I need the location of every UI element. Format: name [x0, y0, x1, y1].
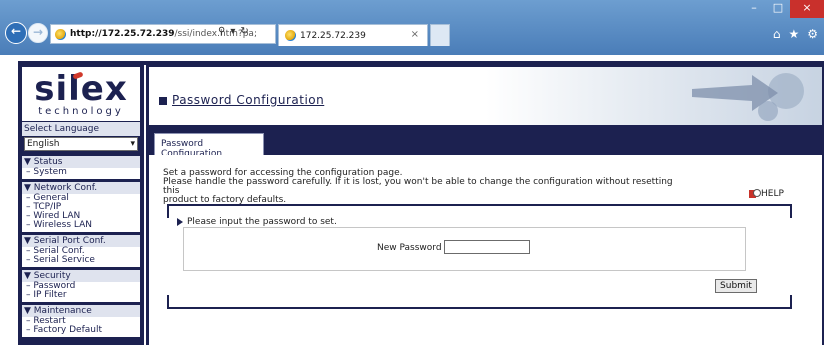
menu-group-security: ▼ Security – Password – IP Filter	[22, 270, 140, 302]
menu-group-maintenance: ▼ Maintenance – Restart – Factory Defaul…	[22, 305, 140, 337]
intro-line-2: Please handle the password carefully. If…	[163, 177, 673, 196]
select-language-label: Select Language	[22, 122, 140, 136]
content-area: Set a password for accessing the configu…	[149, 155, 822, 345]
tab-close-icon[interactable]: ×	[411, 29, 419, 40]
decorative-arrow-graphic	[692, 73, 804, 121]
address-host: http://172.25.72.239	[70, 29, 175, 39]
dropdown-icon[interactable]: ▾	[230, 26, 235, 37]
form-prompt: Please input the password to set.	[177, 217, 337, 227]
help-label: HELP	[761, 189, 784, 199]
tab-password-configuration[interactable]: Password Configuration	[154, 133, 264, 159]
chevron-down-icon: ▾	[130, 139, 135, 149]
tab-favicon-icon	[285, 30, 296, 41]
intro-text: Set a password for accessing the configu…	[163, 169, 683, 205]
menu-group-status: ▼ Status – System	[22, 156, 140, 179]
menu-item-ip-filter[interactable]: – IP Filter	[22, 291, 140, 300]
triangle-bullet-icon	[177, 217, 183, 226]
page-title-text: Password Configuration	[172, 93, 325, 107]
menu-group-serial: ▼ Serial Port Conf. – Serial Conf. – Ser…	[22, 235, 140, 267]
password-field-row: New Password :	[183, 227, 746, 271]
menu-item-wireless-lan[interactable]: – Wireless LAN	[22, 221, 140, 230]
new-tab-button[interactable]	[430, 24, 450, 46]
box-bottom-border	[167, 307, 792, 309]
minimize-button[interactable]: –	[742, 0, 766, 18]
help-icon	[749, 189, 761, 199]
browser-toolbar-icons: ⌂ ★ ⚙	[773, 27, 818, 41]
submit-button[interactable]: Submit	[715, 279, 757, 293]
new-password-input[interactable]	[444, 240, 530, 254]
new-password-label: New Password :	[377, 243, 448, 253]
address-bar-icons: ⚲ ▾ ↻	[218, 26, 249, 37]
close-window-button[interactable]: ×	[790, 0, 824, 18]
logo-subtitle: technology	[38, 106, 124, 117]
refresh-icon[interactable]: ↻	[240, 26, 248, 37]
menu-item-factory-default[interactable]: – Factory Default	[22, 326, 140, 335]
home-icon[interactable]: ⌂	[773, 27, 781, 41]
search-icon[interactable]: ⚲	[218, 26, 225, 37]
sidebar-menu: Select Language English ▾ ▼ Status – Sys…	[22, 122, 140, 340]
ie-page-icon	[55, 28, 66, 40]
maximize-button[interactable]: □	[766, 0, 790, 18]
page-header: Password Configuration	[149, 67, 822, 125]
box-corner-bl	[167, 295, 169, 309]
language-select[interactable]: English ▾	[24, 137, 138, 151]
window-controls: – □ ×	[742, 0, 824, 18]
box-corner-br	[790, 295, 792, 309]
forward-button[interactable]: →	[28, 23, 48, 43]
page-title: Password Configuration	[159, 93, 324, 107]
tab-title: 172.25.72.239	[300, 30, 366, 41]
box-corner-tr	[790, 204, 792, 218]
box-top-border	[167, 204, 792, 206]
silex-logo: silex technology	[22, 67, 140, 121]
menu-group-network: ▼ Network Conf. – General – TCP/IP – Wir…	[22, 182, 140, 232]
browser-chrome: – □ × ← → http://172.25.72.239/ssi/index…	[0, 0, 824, 55]
menu-item-serial-service[interactable]: – Serial Service	[22, 256, 140, 265]
box-corner-tl	[167, 204, 169, 218]
title-bullet-icon	[159, 96, 167, 105]
favorites-star-icon[interactable]: ★	[788, 27, 799, 41]
settings-gear-icon[interactable]: ⚙	[807, 27, 818, 41]
back-button[interactable]: ←	[5, 22, 27, 44]
browser-tab[interactable]: 172.25.72.239 ×	[278, 24, 428, 46]
menu-item-system[interactable]: – System	[22, 168, 140, 177]
help-link[interactable]: HELP	[749, 189, 784, 199]
language-value: English	[27, 139, 60, 149]
form-prompt-text: Please input the password to set.	[187, 217, 337, 227]
